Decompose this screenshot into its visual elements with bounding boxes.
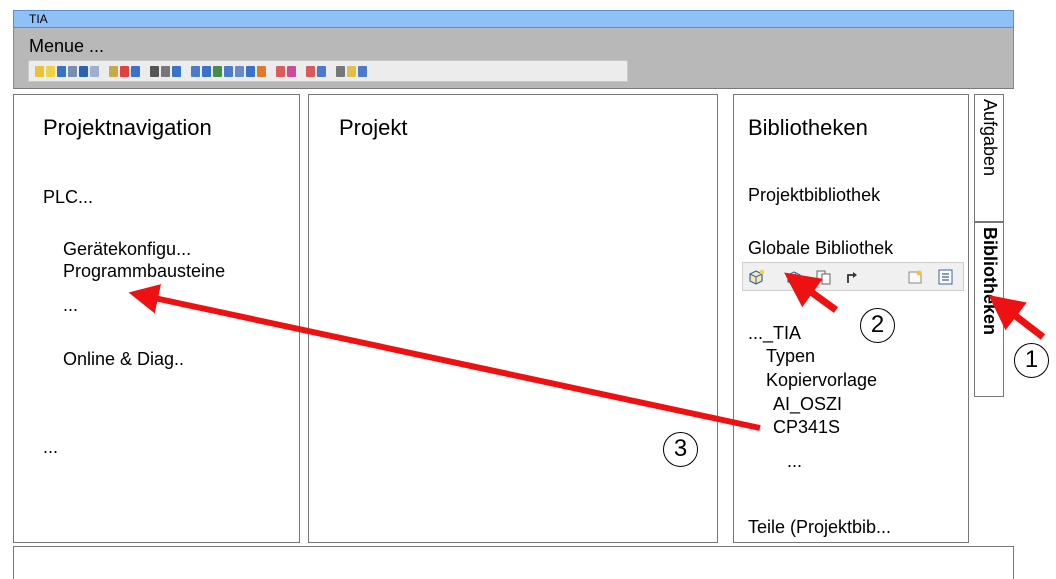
tab-libraries[interactable]: Bibliotheken — [974, 222, 1004, 397]
plc-item[interactable]: PLC... — [43, 187, 93, 208]
menu-bar: Menue ... — [13, 28, 1014, 89]
project-navigation-panel: Projektnavigation PLC... Gerätekonfigu..… — [13, 94, 300, 543]
toolbar-button-icon[interactable] — [317, 65, 326, 77]
toolbar-button-icon[interactable] — [161, 65, 170, 77]
toolbar-button-icon[interactable] — [90, 65, 99, 77]
toolbar-button-icon[interactable] — [257, 65, 266, 77]
tab-tasks[interactable]: Aufgaben — [974, 94, 1004, 222]
project-title: Projekt — [339, 115, 408, 140]
toolbar-button-icon[interactable] — [35, 65, 44, 77]
toolbar-button-icon[interactable] — [46, 65, 55, 77]
toolbar-button-icon[interactable] — [213, 65, 222, 77]
toolbar-button-icon[interactable] — [202, 65, 211, 77]
create-library-icon[interactable] — [748, 269, 765, 285]
toolbar-button-icon[interactable] — [287, 65, 296, 77]
toolbar-button-icon[interactable] — [68, 65, 77, 77]
toolbar-button-icon[interactable] — [224, 65, 233, 77]
toolbar-button-icon[interactable] — [306, 65, 315, 77]
device-configuration-item[interactable]: Gerätekonfigu... — [63, 239, 191, 260]
project-library-item[interactable]: Projektbibliothek — [748, 185, 880, 206]
toolbar-button-icon[interactable] — [235, 65, 244, 77]
libraries-panel: Bibliotheken Projektbibliothek Globale B… — [733, 94, 969, 543]
library-parts-item[interactable]: Teile (Projektbib... — [748, 517, 891, 538]
more-items-bottom: ... — [43, 437, 59, 457]
library-master-copies-folder[interactable]: Kopiervorlage — [766, 370, 877, 391]
toolbar-button-icon[interactable] — [57, 65, 66, 77]
libraries-title: Bibliotheken — [748, 115, 868, 140]
program-blocks-item[interactable]: Programmbausteine — [63, 261, 225, 282]
project-panel: Projekt — [308, 94, 718, 543]
toolbar-button-icon[interactable] — [347, 65, 356, 77]
callout-3: 3 — [663, 432, 698, 467]
update-library-icon[interactable] — [844, 269, 861, 285]
tab-tasks-label: Aufgaben — [980, 99, 1000, 177]
new-folder-icon[interactable] — [907, 269, 924, 285]
online-diagnostics-item[interactable]: Online & Diag.. — [63, 349, 184, 370]
main-toolbar — [28, 60, 628, 82]
arrow-1 — [988, 295, 1046, 340]
toolbar-button-icon[interactable] — [246, 65, 255, 77]
save-library-icon[interactable] — [815, 269, 832, 285]
open-global-library-icon[interactable] — [786, 269, 803, 285]
library-item-cp341s[interactable]: CP341S — [773, 417, 840, 438]
status-bar — [13, 546, 1014, 579]
callout-2: 2 — [860, 308, 895, 343]
project-navigation-title: Projektnavigation — [43, 115, 212, 140]
library-types-folder[interactable]: Typen — [766, 346, 815, 367]
global-library-item[interactable]: Globale Bibliothek — [748, 238, 893, 259]
toolbar-button-icon[interactable] — [191, 65, 200, 77]
callout-1: 1 — [1014, 343, 1049, 378]
library-more-items: ... — [787, 451, 803, 471]
library-tree-root[interactable]: ..._TIA — [748, 323, 801, 344]
toolbar-button-icon[interactable] — [109, 65, 118, 77]
toolbar-button-icon[interactable] — [276, 65, 285, 77]
toolbar-button-icon[interactable] — [150, 65, 159, 77]
window-title-bar: TIA — [13, 10, 1014, 28]
menu-label[interactable]: Menue ... — [29, 36, 104, 57]
window-title: TIA — [29, 12, 48, 26]
details-view-icon[interactable] — [937, 269, 954, 285]
toolbar-button-icon[interactable] — [79, 65, 88, 77]
toolbar-button-icon[interactable] — [120, 65, 129, 77]
toolbar-button-icon[interactable] — [336, 65, 345, 77]
tab-libraries-label: Bibliotheken — [980, 227, 1000, 336]
global-library-toolbar — [742, 262, 964, 291]
toolbar-button-icon[interactable] — [358, 65, 367, 77]
more-items: ... — [63, 295, 79, 315]
toolbar-button-icon[interactable] — [172, 65, 181, 77]
toolbar-button-icon[interactable] — [131, 65, 140, 77]
library-item-ai-oszi[interactable]: AI_OSZI — [773, 394, 842, 415]
